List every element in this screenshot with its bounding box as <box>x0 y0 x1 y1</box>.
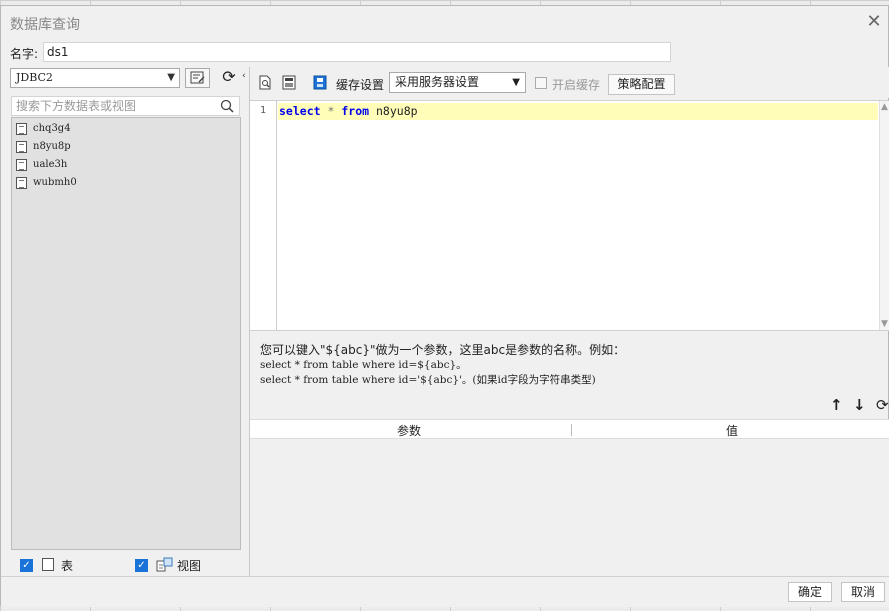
enable-cache-checkbox[interactable] <box>535 77 547 89</box>
parameter-table: 参数 值 <box>250 419 889 576</box>
hint-example-2: select * from table where id='${abc}'。(如… <box>260 374 596 386</box>
show-views-label: 视图 <box>177 559 202 573</box>
line-gutter: 1 <box>250 101 277 330</box>
sql-icon[interactable] <box>282 75 296 90</box>
table-icon <box>42 558 54 571</box>
arrow-up-icon[interactable]: ↑ <box>830 396 843 414</box>
table-search-input[interactable]: 搜索下方数据表或视图 <box>11 96 240 116</box>
cache-mode-select[interactable]: 采用服务器设置 ▼ <box>389 72 526 93</box>
code-line[interactable]: select * from n8yu8p <box>278 103 878 120</box>
table-icon <box>16 177 27 189</box>
param-name-header[interactable]: 参数 <box>397 422 421 439</box>
table-list: chq3g4 n8yu8p uale3h wubmh0 <box>11 117 241 550</box>
show-tables-checkbox[interactable]: ✓ <box>20 559 33 572</box>
edit-connection-button[interactable] <box>185 68 210 88</box>
table-name: chq3g4 <box>33 123 71 134</box>
table-icon <box>16 123 27 135</box>
enable-cache-label: 开启缓存 <box>552 78 601 92</box>
view-icon <box>156 557 173 572</box>
ok-button[interactable]: 确定 <box>788 582 832 602</box>
show-tables-label: 表 <box>61 559 74 573</box>
filter-row: ✓ 表 ✓ 视图 <box>10 554 240 576</box>
parameter-hint: 您可以键入"${abc}"做为一个参数，这里abc是参数的名称。例如： sele… <box>260 343 880 388</box>
list-item[interactable]: chq3g4 <box>12 120 240 138</box>
database-query-dialog: 数据库查询 ✕ 名字: ds1 JDBC2 ▼ ⟳ ‹ 搜索下方数据表或视图 c… <box>0 5 889 607</box>
list-item[interactable]: uale3h <box>12 156 240 174</box>
table-icon <box>16 159 27 171</box>
scroll-left-icon[interactable]: ‹ <box>242 71 246 81</box>
refresh-connection-icon[interactable]: ⟳ <box>218 68 240 88</box>
editor-scrollbar[interactable]: ▲ ▼ <box>879 101 889 330</box>
dialog-footer: 确定 取消 <box>1 576 889 607</box>
chevron-down-icon: ▼ <box>167 72 175 83</box>
parameter-table-header: 参数 值 <box>250 419 889 439</box>
column-divider <box>571 424 572 436</box>
arrow-down-icon[interactable]: ↓ <box>853 396 866 414</box>
sql-table-name: n8yu8p <box>376 104 418 118</box>
search-placeholder: 搜索下方数据表或视图 <box>16 99 137 113</box>
sql-keyword-from: from <box>341 104 370 118</box>
search-icon[interactable] <box>220 99 234 113</box>
table-name: n8yu8p <box>33 141 71 152</box>
scroll-down-icon[interactable]: ▼ <box>881 319 888 329</box>
name-input[interactable]: ds1 <box>43 42 671 62</box>
line-number: 1 <box>259 105 266 116</box>
show-views-checkbox[interactable]: ✓ <box>135 559 148 572</box>
param-value-header[interactable]: 值 <box>726 422 738 439</box>
table-icon <box>16 141 27 153</box>
param-actions: ↑ ↓ ⟳ <box>825 396 889 414</box>
refresh-params-icon[interactable]: ⟳ <box>876 396 889 414</box>
close-icon[interactable]: ✕ <box>864 12 884 32</box>
connection-value: JDBC2 <box>16 71 53 84</box>
scroll-up-icon[interactable]: ▲ <box>881 102 888 112</box>
sql-keyword-select: select <box>279 104 321 118</box>
chevron-down-icon: ▼ <box>512 77 520 88</box>
hint-text: 您可以键入"${abc}"做为一个参数，这里abc是参数的名称。例如： <box>260 343 626 357</box>
dialog-title: 数据库查询 <box>10 17 80 33</box>
hint-example-1: select * from table where id=${abc}。 <box>260 359 467 371</box>
list-item[interactable]: n8yu8p <box>12 138 240 156</box>
cache-settings-label: 缓存设置 <box>336 78 385 92</box>
name-label: 名字: <box>10 47 39 61</box>
title-bar: 数据库查询 ✕ <box>1 6 888 39</box>
query-panel: 缓存设置 采用服务器设置 ▼ 开启缓存 策略配置 1 select * from… <box>249 67 889 576</box>
table-name: wubmh0 <box>33 177 77 188</box>
preview-icon[interactable] <box>258 75 272 90</box>
query-toolbar: 缓存设置 采用服务器设置 ▼ 开启缓存 策略配置 <box>250 67 889 98</box>
policy-config-button[interactable]: 策略配置 <box>608 74 675 95</box>
cancel-button[interactable]: 取消 <box>841 582 885 602</box>
edit-connection-icon <box>190 71 205 84</box>
sql-editor[interactable]: 1 select * from n8yu8p ▲ ▼ <box>250 100 889 331</box>
connection-select[interactable]: JDBC2 ▼ <box>10 68 180 88</box>
cache-icon <box>313 75 327 90</box>
cache-mode-value: 采用服务器设置 <box>395 75 480 89</box>
datasource-panel: JDBC2 ▼ ⟳ ‹ 搜索下方数据表或视图 chq3g4 n8yu8p ual… <box>10 67 248 576</box>
sql-star: * <box>327 104 335 118</box>
table-name: uale3h <box>33 159 68 170</box>
list-item[interactable]: wubmh0 <box>12 174 240 192</box>
